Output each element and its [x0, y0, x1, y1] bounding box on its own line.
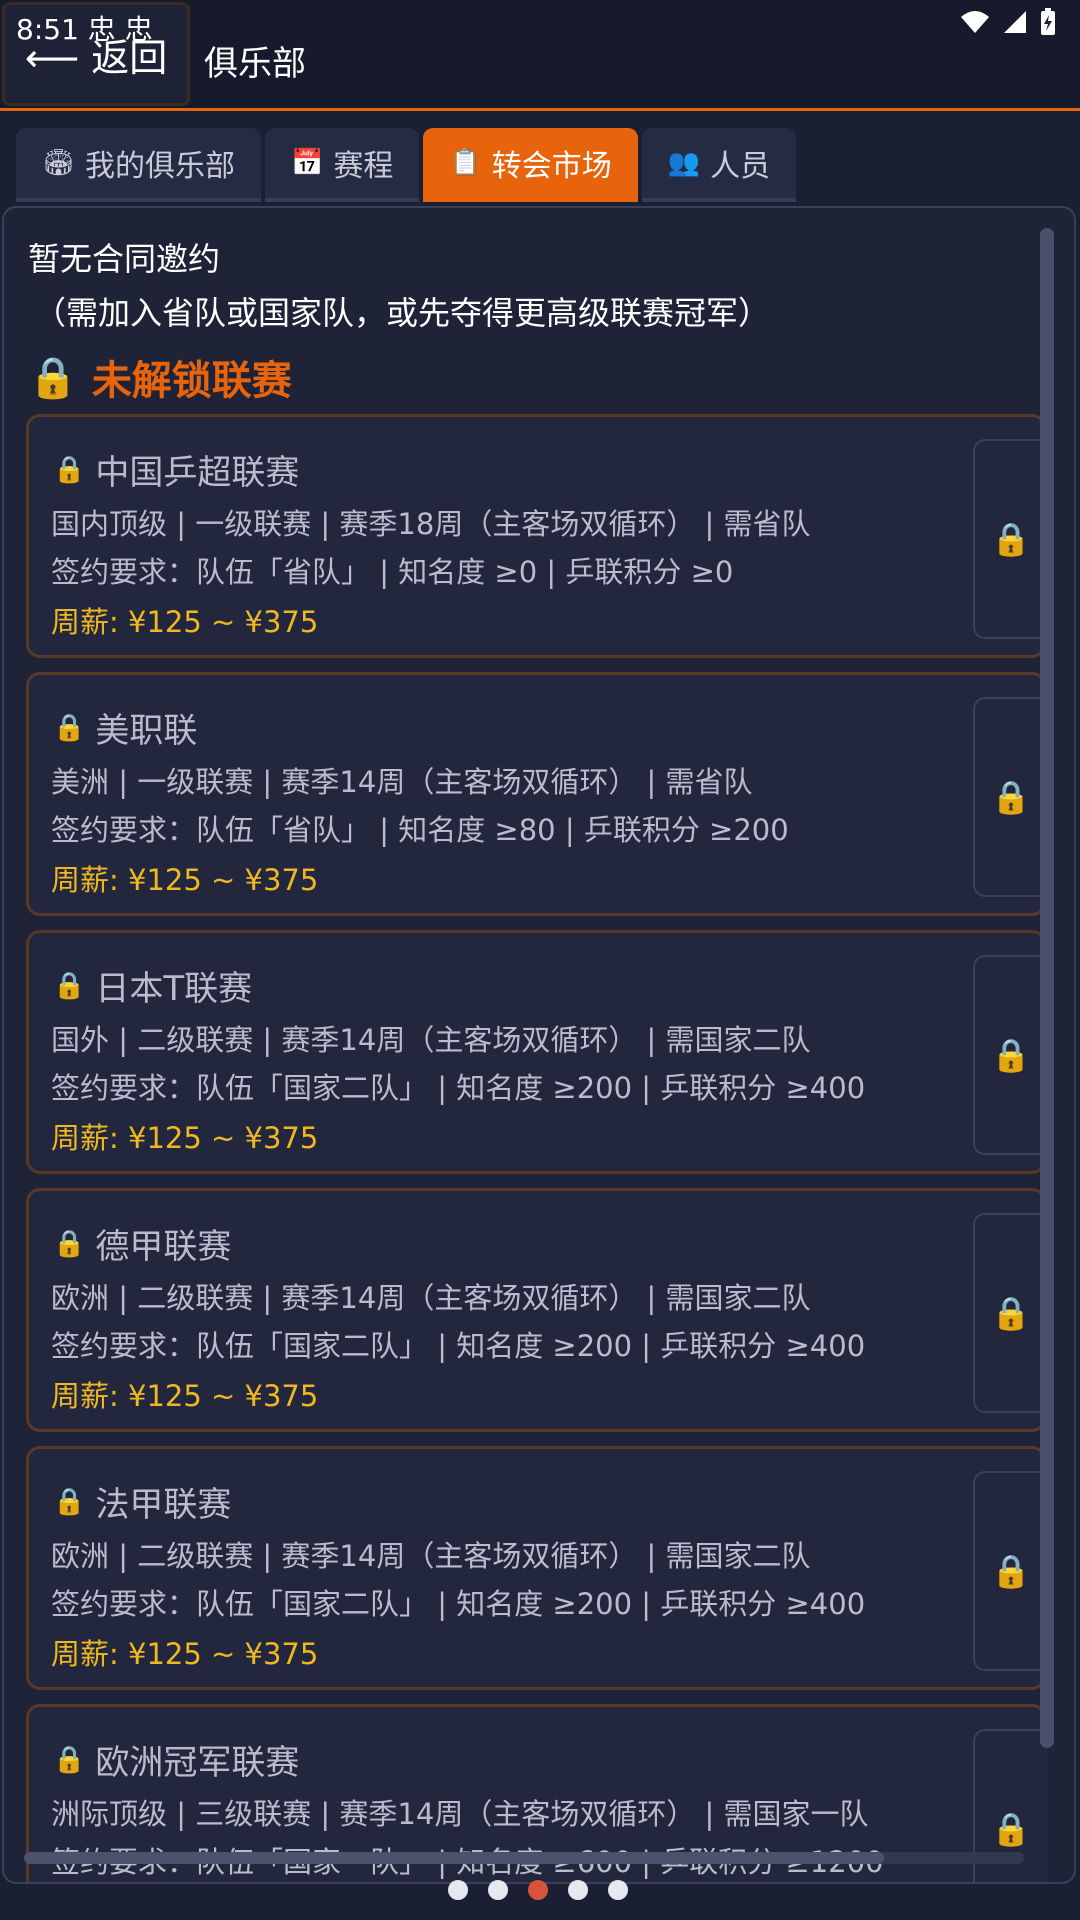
locked-button[interactable]: 🔒	[973, 439, 1047, 639]
locked-button[interactable]: 🔒	[973, 955, 1047, 1155]
page-dot[interactable]	[608, 1880, 628, 1900]
league-list: 🔒 中国乒超联赛 国内顶级 | 一级联赛 | 赛季18周（主客场双循环） | 需省…	[26, 414, 1047, 1882]
notification-icons: 忠 忠	[87, 13, 153, 46]
locked-button[interactable]: 🔒	[973, 1213, 1047, 1413]
league-salary: 周薪: ¥125 ~ ¥375	[51, 1637, 319, 1671]
page-dot[interactable]	[568, 1880, 588, 1900]
lock-icon: 🔒	[991, 520, 1031, 558]
tab-transfer-market[interactable]: 📋 转会市场	[423, 128, 638, 202]
tab-label: 转会市场	[491, 149, 612, 184]
locked-button[interactable]: 🔒	[973, 1471, 1047, 1671]
league-info: 欧洲 | 二级联赛 | 赛季14周（主客场双循环） | 需国家二队	[51, 1539, 811, 1573]
battery-icon	[1041, 8, 1055, 35]
league-requirements: 签约要求：队伍「省队」 | 知名度 ≥80 | 乒联积分 ≥200	[51, 813, 789, 847]
league-info: 国外 | 二级联赛 | 赛季14周（主客场双循环） | 需国家二队	[51, 1023, 811, 1057]
wifi-icon	[961, 11, 989, 33]
tab-label: 我的俱乐部	[85, 149, 236, 184]
page-dot[interactable]	[448, 1880, 468, 1900]
clipboard-icon: 📋	[449, 148, 482, 178]
page-indicator	[448, 1880, 628, 1900]
league-name: 🔒 日本T联赛	[53, 969, 253, 1009]
league-info: 国内顶级 | 一级联赛 | 赛季18周（主客场双循环） | 需省队	[51, 507, 811, 541]
lock-icon: 🔒	[53, 1744, 86, 1775]
signal-icon	[1004, 11, 1026, 33]
league-name: 🔒 德甲联赛	[53, 1227, 232, 1267]
tab-my-club[interactable]: 🏟 我的俱乐部	[16, 128, 262, 202]
league-name: 🔒 欧洲冠军联赛	[53, 1743, 300, 1783]
lock-icon: 🔒	[28, 354, 78, 401]
vertical-scrollbar[interactable]	[1040, 228, 1054, 1748]
league-salary: 周薪: ¥125 ~ ¥375	[51, 863, 319, 897]
no-offers-hint: （需加入省队或国家队，或先夺得更高级联赛冠军）	[34, 294, 771, 332]
league-name: 🔒 美职联	[53, 711, 198, 751]
horizontal-scrollbar[interactable]	[24, 1852, 1024, 1864]
league-info: 美洲 | 一级联赛 | 赛季14周（主客场双循环） | 需省队	[51, 765, 753, 799]
status-time: 8:51 忠 忠	[16, 13, 153, 46]
tab-bar: 🏟 我的俱乐部 📅 赛程 📋 转会市场 👥 人员	[16, 128, 797, 202]
league-info: 洲际顶级 | 三级联赛 | 赛季14周（主客场双循环） | 需国家一队	[51, 1797, 869, 1831]
locked-button[interactable]: 🔒	[973, 697, 1047, 897]
page-dot-active[interactable]	[528, 1880, 548, 1900]
stadium-icon: 🏟	[42, 148, 76, 178]
league-requirements: 签约要求：队伍「省队」 | 知名度 ≥0 | 乒联积分 ≥0	[51, 555, 734, 589]
lock-icon: 🔒	[991, 778, 1031, 816]
status-icons	[960, 8, 1056, 36]
locked-leagues-heading: 🔒 未解锁联赛	[28, 348, 292, 406]
lock-icon: 🔒	[53, 454, 86, 485]
lock-icon: 🔒	[53, 712, 86, 743]
tab-staff[interactable]: 👥 人员	[641, 128, 797, 202]
tab-label: 人员	[710, 149, 771, 184]
league-info: 欧洲 | 二级联赛 | 赛季14周（主客场双循环） | 需国家二队	[51, 1281, 811, 1315]
tab-schedule[interactable]: 📅 赛程	[265, 128, 420, 202]
lock-icon: 🔒	[53, 1486, 86, 1517]
league-requirements: 签约要求：队伍「国家二队」 | 知名度 ≥200 | 乒联积分 ≥400	[51, 1587, 866, 1621]
lock-icon: 🔒	[991, 1552, 1031, 1590]
league-salary: 周薪: ¥125 ~ ¥375	[51, 605, 319, 639]
people-icon: 👥	[667, 148, 701, 178]
tab-label: 赛程	[333, 149, 394, 184]
lock-icon: 🔒	[991, 1036, 1031, 1074]
lock-icon: 🔒	[991, 1810, 1031, 1848]
league-name: 🔒 中国乒超联赛	[53, 453, 300, 493]
league-name: 🔒 法甲联赛	[53, 1485, 232, 1525]
locked-leagues-title: 未解锁联赛	[91, 358, 292, 404]
league-requirements: 签约要求：队伍「国家二队」 | 知名度 ≥200 | 乒联积分 ≥400	[51, 1071, 866, 1105]
league-requirements: 签约要求：队伍「国家二队」 | 知名度 ≥200 | 乒联积分 ≥400	[51, 1329, 866, 1363]
calendar-icon: 📅	[291, 148, 324, 178]
transfer-market-panel[interactable]: 暂无合同邀约 （需加入省队或国家队，或先夺得更高级联赛冠军） 🔒 未解锁联赛 🔒…	[2, 206, 1076, 1884]
page-dot[interactable]	[488, 1880, 508, 1900]
league-card[interactable]: 🔒 德甲联赛 欧洲 | 二级联赛 | 赛季14周（主客场双循环） | 需国家二队 …	[26, 1188, 1047, 1432]
league-card[interactable]: 🔒 日本T联赛 国外 | 二级联赛 | 赛季14周（主客场双循环） | 需国家二队…	[26, 930, 1047, 1174]
lock-icon: 🔒	[991, 1294, 1031, 1332]
lock-icon: 🔒	[53, 970, 86, 1001]
league-card[interactable]: 🔒 中国乒超联赛 国内顶级 | 一级联赛 | 赛季18周（主客场双循环） | 需省…	[26, 414, 1047, 658]
league-card[interactable]: 🔒 法甲联赛 欧洲 | 二级联赛 | 赛季14周（主客场双循环） | 需国家二队 …	[26, 1446, 1047, 1690]
league-card[interactable]: 🔒 美职联 美洲 | 一级联赛 | 赛季14周（主客场双循环） | 需省队 签约要…	[26, 672, 1047, 916]
league-salary: 周薪: ¥125 ~ ¥375	[51, 1379, 319, 1413]
horizontal-scrollbar-thumb[interactable]	[24, 1852, 884, 1864]
status-bar: 8:51 忠 忠	[0, 0, 1080, 48]
league-salary: 周薪: ¥125 ~ ¥375	[51, 1121, 319, 1155]
no-offers-title: 暂无合同邀约	[28, 240, 221, 278]
lock-icon: 🔒	[53, 1228, 86, 1259]
